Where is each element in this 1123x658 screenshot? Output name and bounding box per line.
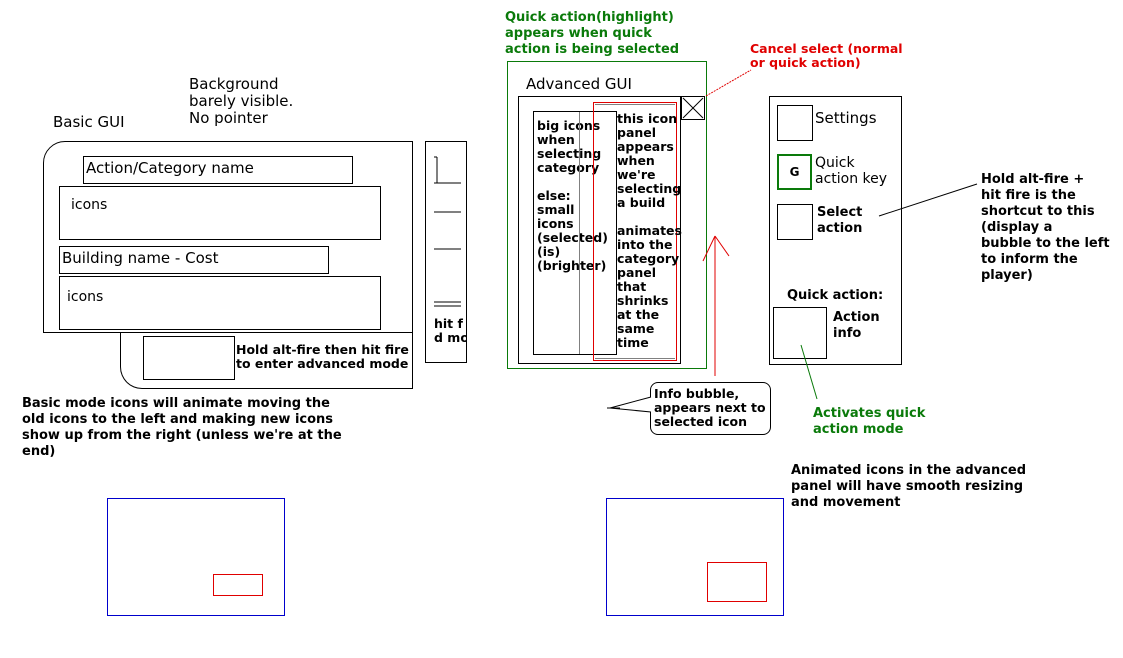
icons-label: icons	[67, 289, 104, 305]
basic-gui-title: Basic GUI	[53, 113, 125, 131]
quick-action-key-label: Quick action key	[815, 155, 888, 187]
icons-bar-category[interactable]: icons	[59, 186, 381, 240]
info-bubble-tail	[607, 396, 652, 413]
select-action-label: Select action	[817, 205, 863, 236]
side-strip-panel: hit f d mo	[425, 141, 467, 363]
close-icon	[682, 97, 704, 119]
building-name-cost-box: Building name - Cost	[59, 246, 329, 274]
icons-bar-building[interactable]: icons	[59, 276, 381, 330]
settings-button[interactable]	[777, 105, 813, 141]
side-strip-text: hit f d mo	[434, 317, 466, 345]
basic-screen-preview	[107, 498, 285, 616]
cancel-select-leader	[705, 69, 752, 97]
quick-action-highlight-note: Quick action(highlight) appears when qui…	[505, 10, 680, 57]
advanced-gui-title: Advanced GUI	[526, 75, 632, 93]
advanced-screen-preview	[606, 498, 784, 616]
animated-icons-note: Animated icons in the advanced panel wil…	[791, 463, 1027, 510]
activates-quick-action-note: Activates quick action mode	[813, 406, 926, 437]
cancel-select-note: Cancel select (normal or quick action)	[750, 41, 903, 70]
settings-label: Settings	[815, 109, 877, 127]
action-category-name-box: Action/Category name	[83, 156, 353, 184]
quick-action-heading: Quick action:	[787, 288, 884, 303]
background-note: Background barely visible. No pointer	[189, 75, 294, 127]
basic-animation-note: Basic mode icons will animate moving the…	[22, 396, 342, 459]
icon-panel-bottom-edge	[595, 358, 675, 359]
category-panel-divider	[579, 112, 580, 354]
action-info-label: Action info	[833, 310, 880, 341]
select-action-button[interactable]	[777, 204, 813, 240]
icon-panel-text: this icon panel appears when we're selec…	[617, 111, 682, 350]
quick-action-slot[interactable]	[773, 307, 827, 359]
info-bubble-text: Info bubble, appears next to selected ic…	[654, 386, 766, 429]
advanced-mode-button[interactable]	[143, 336, 235, 380]
quick-action-key-button[interactable]: G	[777, 154, 812, 190]
advanced-mode-hint: Hold alt-fire then hit fire to enter adv…	[236, 342, 409, 371]
action-category-label: Action/Category name	[86, 159, 254, 177]
advanced-gui-position-marker	[707, 562, 767, 602]
info-bubble: Info bubble, appears next to selected ic…	[650, 382, 771, 435]
cancel-select-button[interactable]	[681, 96, 705, 120]
icons-label: icons	[71, 197, 108, 213]
icon-panel-top-edge	[595, 104, 675, 105]
quick-action-key-glyph: G	[789, 165, 800, 179]
build-icon-panel[interactable]: this icon panel appears when we're selec…	[593, 102, 682, 361]
basic-gui-position-marker	[213, 574, 263, 596]
building-name-label: Building name - Cost	[62, 249, 219, 267]
shortcut-note: Hold alt-fire + hit fire is the shortcut…	[981, 172, 1110, 283]
